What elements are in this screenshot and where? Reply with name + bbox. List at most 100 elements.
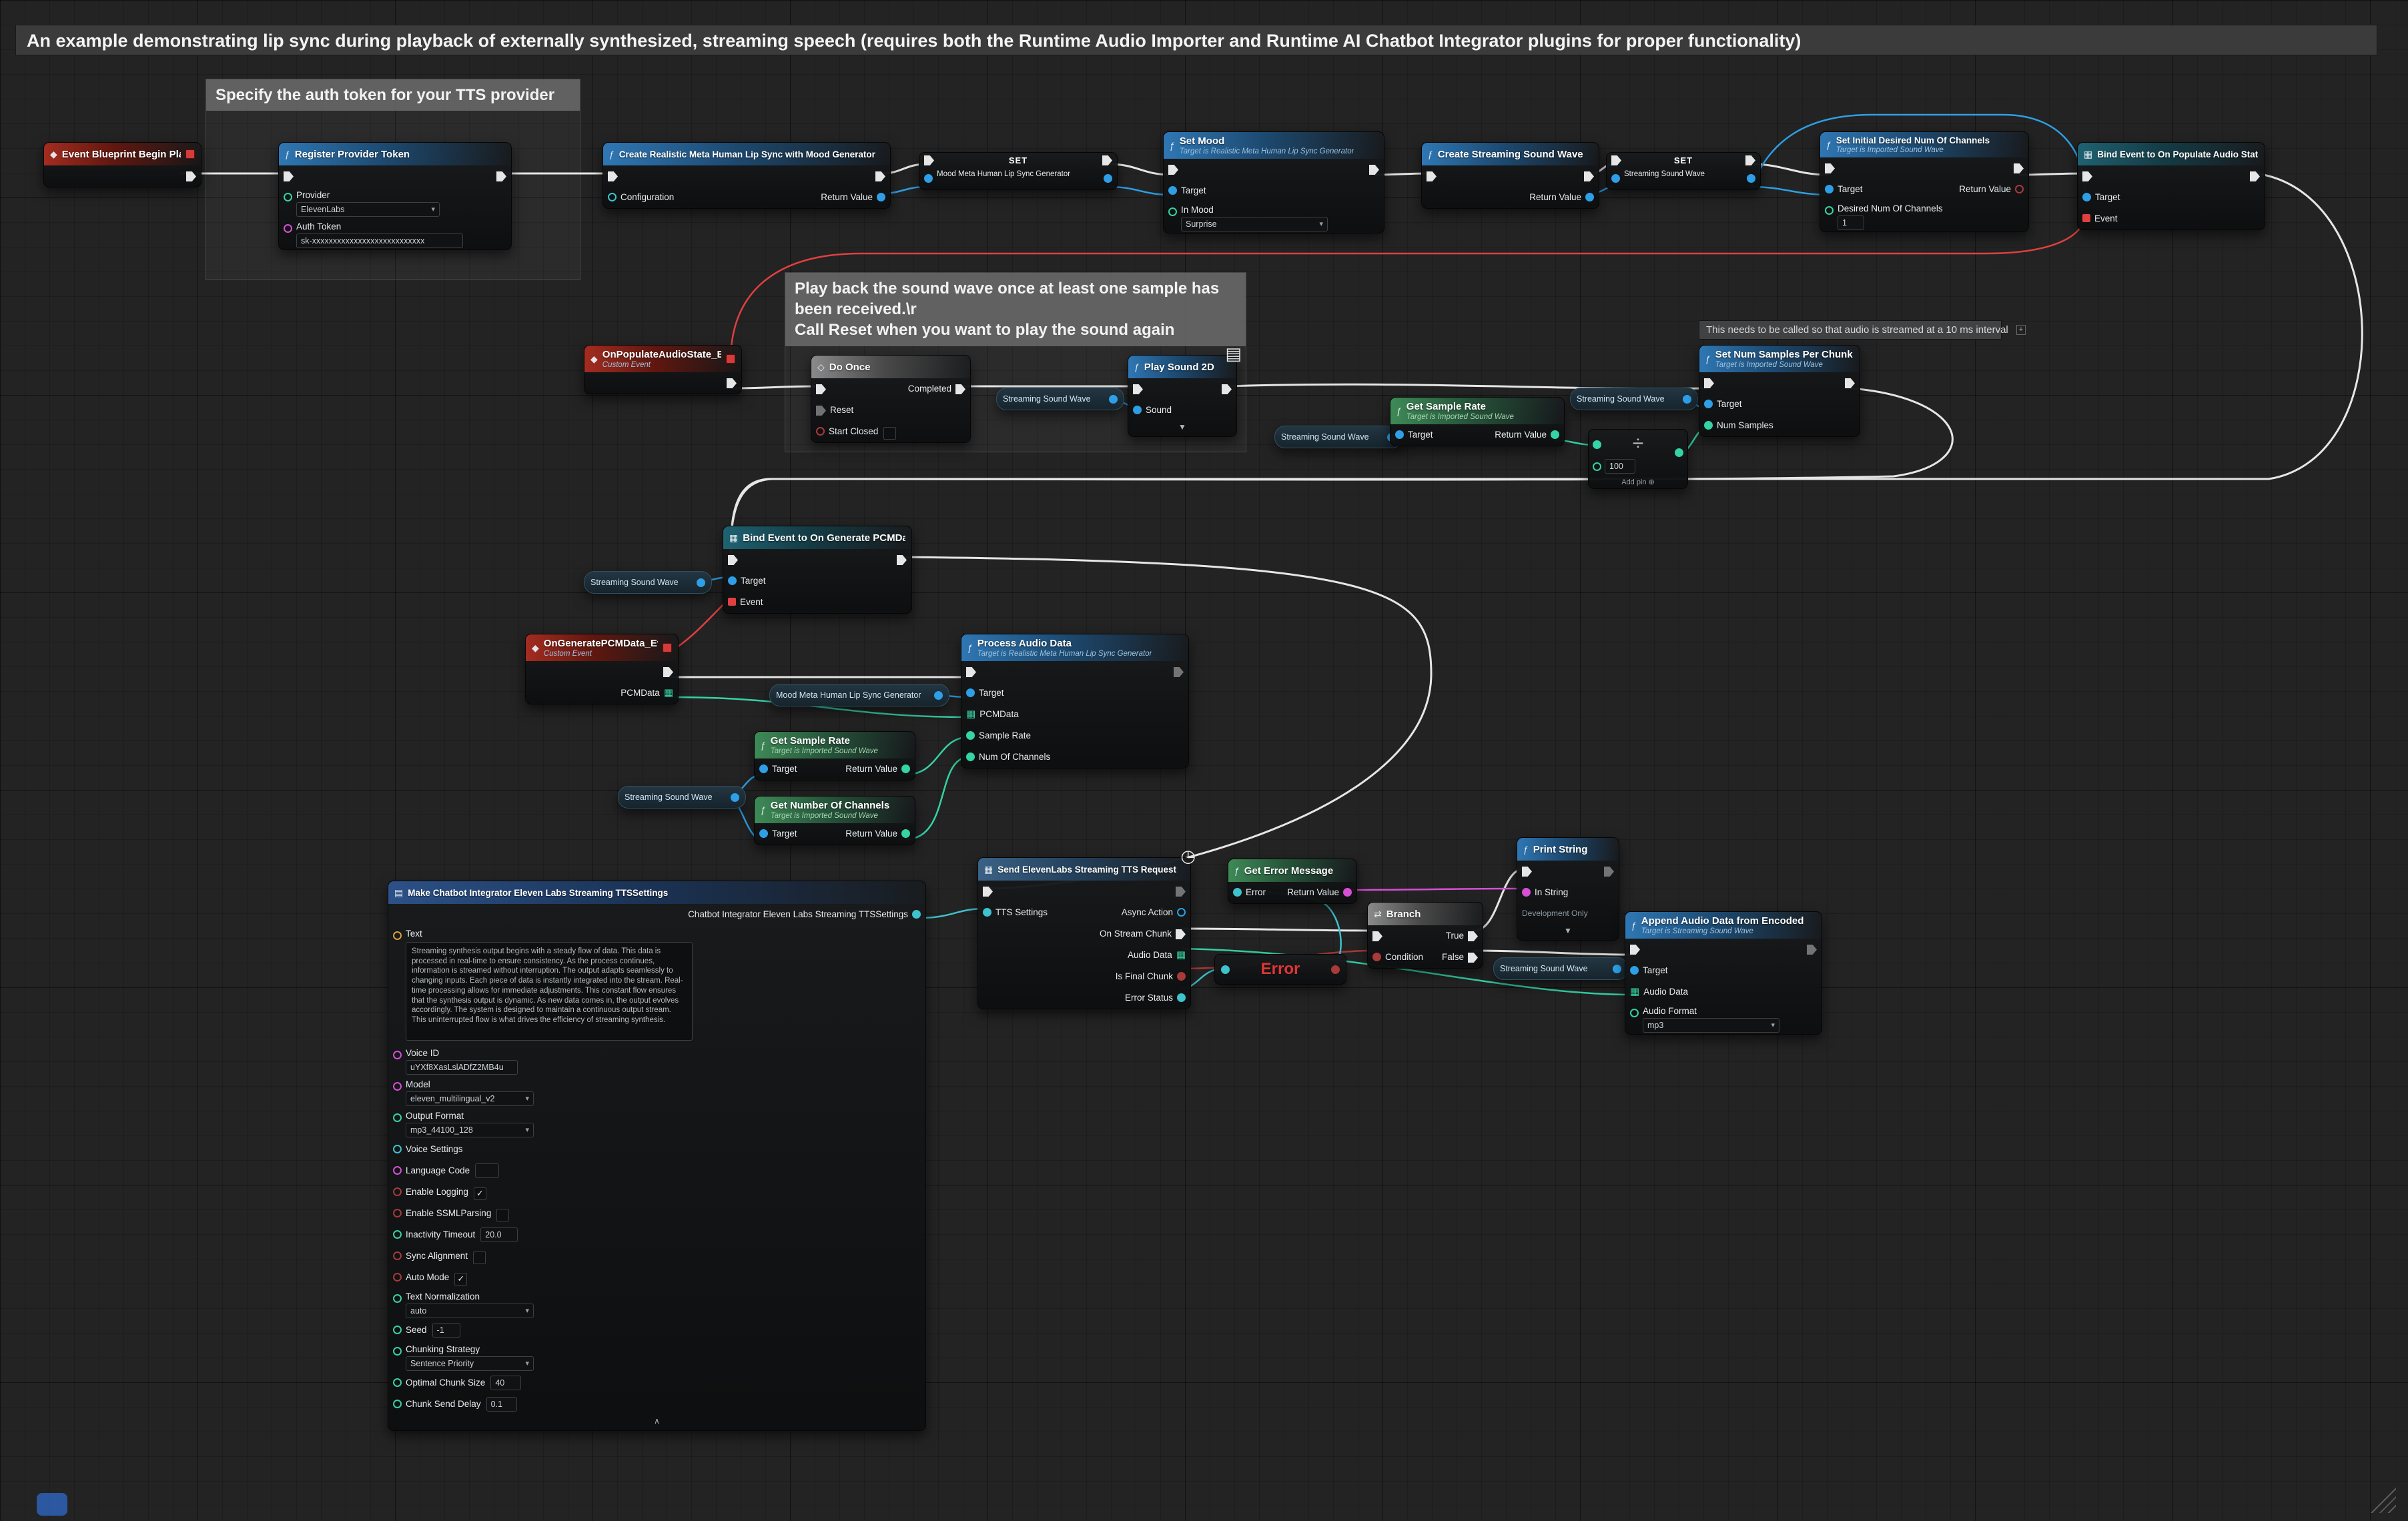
enable-logging-checkbox[interactable]: ✓ xyxy=(474,1187,486,1200)
exec-in-pin[interactable] xyxy=(983,887,993,897)
branch[interactable]: ⇄BranchTrueConditionFalse xyxy=(1367,902,1483,969)
var-streaming-sound-wave-5[interactable]: Streaming Sound Wave xyxy=(618,786,746,809)
desired-num-of-channels-pin[interactable] xyxy=(1825,206,1834,215)
chunking-strategy-pin[interactable] xyxy=(393,1347,402,1356)
target-pin[interactable] xyxy=(728,576,737,585)
set-num-samples-per-chunk[interactable]: ƒSet Num Samples Per ChunkTarget is Impo… xyxy=(1699,345,1860,437)
chunk-send-delay-input[interactable]: 0.1 xyxy=(486,1397,517,1412)
seed-pin[interactable] xyxy=(393,1326,402,1334)
return-value-pin[interactable] xyxy=(901,829,910,838)
get-error-message[interactable]: ƒGet Error MessageErrorReturn Value xyxy=(1228,859,1357,904)
error-pin[interactable] xyxy=(1233,888,1242,897)
on-populate-audio-state-event-header[interactable]: ◆OnPopulateAudioState_EventCustom Event xyxy=(584,346,741,372)
provider-select[interactable]: ElevenLabs▾ xyxy=(296,202,440,217)
async-action-pin[interactable] xyxy=(1177,908,1186,917)
auto-mode-pin[interactable] xyxy=(393,1273,402,1282)
var-streaming-sound-wave-6[interactable]: Streaming Sound Wave xyxy=(1493,957,1628,980)
exec-out-pin[interactable] xyxy=(1604,867,1614,877)
delegate-pin[interactable] xyxy=(663,643,672,652)
bind-event-to-on-generate-pcmdata-header[interactable]: ▦Bind Event to On Generate PCMData xyxy=(723,526,911,549)
auth-token-input[interactable]: sk-xxxxxxxxxxxxxxxxxxxxxxxxxxx xyxy=(296,233,463,248)
exec-in-pin[interactable] xyxy=(1133,384,1143,394)
auth-token-pin[interactable] xyxy=(284,224,292,233)
get-sample-rate-1-header[interactable]: ƒGet Sample RateTarget is Imported Sound… xyxy=(1390,398,1564,424)
do-once[interactable]: ◇Do OnceCompletedResetStart Closed xyxy=(811,355,971,443)
is-final-chunk-pin[interactable] xyxy=(1177,972,1186,981)
return-value-pin[interactable] xyxy=(1343,888,1352,897)
do-once-header[interactable]: ◇Do Once xyxy=(811,356,970,378)
model-pin[interactable] xyxy=(393,1082,402,1091)
target-pin[interactable] xyxy=(1630,966,1639,975)
in-mood-pin[interactable] xyxy=(1168,207,1177,216)
false-pin[interactable] xyxy=(1468,953,1478,963)
on-generate-pcmdata-event-header[interactable]: ◆OnGeneratePCMData_EventCustom Event xyxy=(526,634,678,661)
return-value-pin[interactable] xyxy=(901,765,910,773)
language-code-pin[interactable] xyxy=(393,1166,402,1175)
event-pin[interactable] xyxy=(2082,214,2090,222)
set-mood-metahuman-lipsync-generator-header[interactable]: SET xyxy=(919,153,1117,168)
inactivity-timeout-pin[interactable] xyxy=(393,1230,402,1239)
delegate-pin[interactable] xyxy=(726,354,735,364)
chunk-send-delay-pin[interactable] xyxy=(393,1400,402,1408)
print-string[interactable]: ƒPrint StringIn StringDevelopment Only▼ xyxy=(1517,837,1619,941)
exec-in-pin[interactable] xyxy=(1522,867,1532,877)
enable-logging-pin[interactable] xyxy=(393,1187,402,1196)
bind-event-to-on-populate-audio-state[interactable]: ▦Bind Event to On Populate Audio StateTa… xyxy=(2077,142,2265,230)
set-mood-header[interactable]: ƒSet MoodTarget is Realistic Meta Human … xyxy=(1164,132,1384,159)
voice-id-input[interactable]: uYXf8XasLslADfZ2MB4u xyxy=(406,1060,518,1075)
sample-rate-pin[interactable] xyxy=(966,731,975,740)
exec-in-pin[interactable] xyxy=(1630,945,1640,955)
streaming-sound-wave-pin[interactable] xyxy=(1109,395,1118,404)
bind-event-to-on-generate-pcmdata[interactable]: ▦Bind Event to On Generate PCMDataTarget… xyxy=(723,526,912,614)
on-stream-chunk-pin[interactable] xyxy=(1176,929,1186,939)
var-streaming-sound-wave-4[interactable]: Streaming Sound Wave xyxy=(584,571,712,594)
in-string-pin[interactable] xyxy=(1522,888,1531,897)
exec-out-pin[interactable] xyxy=(2250,171,2260,181)
sound-pin[interactable] xyxy=(1133,406,1142,414)
play-sound-2d-header[interactable]: ƒPlay Sound 2D xyxy=(1128,356,1236,378)
reset-pin[interactable] xyxy=(816,406,826,416)
streaming-sound-wave-pin[interactable] xyxy=(697,578,705,587)
divisor-input[interactable]: 100 xyxy=(1605,459,1635,474)
set-streaming-sound-wave[interactable]: SETStreaming Sound Wave xyxy=(1606,152,1761,190)
mood-meta-human-lip-sync-generator-pin[interactable] xyxy=(934,691,943,700)
register-provider-token-header[interactable]: ƒRegister Provider Token xyxy=(279,143,511,165)
desired-num-of-channels-input[interactable]: 1 xyxy=(1838,215,1864,230)
make-chatbot-integrator-elevenlabs-streaming-ttssettings-header[interactable]: ▤Make Chatbot Integrator Eleven Labs Str… xyxy=(388,881,925,904)
add-pin-button[interactable]: Add pin ⊕ xyxy=(1589,478,1687,486)
send-elevenlabs-streaming-tts-request-header[interactable]: ▦Send ElevenLabs Streaming TTS Request xyxy=(978,858,1190,881)
exec-in-pin[interactable] xyxy=(728,555,738,565)
error-status-pin[interactable] xyxy=(1177,993,1186,1002)
play-sound-2d[interactable]: ƒPlay Sound 2D▤Sound▼ xyxy=(1128,355,1237,437)
process-audio-data[interactable]: ƒProcess Audio DataTarget is Realistic M… xyxy=(961,634,1189,769)
optimal-chunk-size-input[interactable]: 40 xyxy=(490,1376,521,1390)
pcmdata-pin[interactable]: ▦ xyxy=(664,688,673,702)
event-pin[interactable] xyxy=(728,598,736,606)
exec-out-pin[interactable] xyxy=(1845,378,1855,388)
inactivity-timeout-input[interactable]: 20.0 xyxy=(480,1227,518,1242)
sync-alignment-checkbox[interactable] xyxy=(473,1251,486,1264)
text-textarea[interactable]: Streaming synthesis output begins with a… xyxy=(406,942,693,1041)
get-sample-rate-1[interactable]: ƒGet Sample RateTarget is Imported Sound… xyxy=(1390,397,1565,446)
create-streaming-sound-wave-header[interactable]: ƒCreate Streaming Sound Wave xyxy=(1422,143,1599,165)
return-value-pin[interactable] xyxy=(2015,185,2024,193)
streaming-sound-wave-pin[interactable] xyxy=(1613,965,1621,973)
process-audio-data-header[interactable]: ƒProcess Audio DataTarget is Realistic M… xyxy=(961,634,1188,661)
exec-out-pin[interactable] xyxy=(875,171,885,181)
exec-in-pin[interactable] xyxy=(924,155,934,165)
register-provider-token[interactable]: ƒRegister Provider TokenProviderElevenLa… xyxy=(278,142,512,250)
tts-settings-pin[interactable] xyxy=(983,908,991,917)
get-number-of-channels-header[interactable]: ƒGet Number Of ChannelsTarget is Importe… xyxy=(755,797,915,823)
set-initial-desired-num-of-channels-header[interactable]: ƒSet Initial Desired Num Of ChannelsTarg… xyxy=(1820,132,2028,157)
append-audio-data-from-encoded-header[interactable]: ƒAppend Audio Data from EncodedTarget is… xyxy=(1625,912,1822,939)
completed-pin[interactable] xyxy=(955,384,965,394)
in-mood-select[interactable]: Surprise▾ xyxy=(1181,217,1328,231)
exec-in-pin[interactable] xyxy=(1611,155,1621,165)
voice-id-pin[interactable] xyxy=(393,1051,402,1059)
divide[interactable]: 100÷Add pin ⊕ xyxy=(1588,429,1688,489)
set-streaming-sound-wave-header[interactable]: SET xyxy=(1607,153,1760,168)
var-streaming-sound-wave-1[interactable]: Streaming Sound Wave xyxy=(996,388,1124,410)
set-mood-metahuman-lipsync-generator[interactable]: SETMood Meta Human Lip Sync Generator xyxy=(919,152,1118,190)
blueprint-graph-canvas[interactable]: Specify the auth token for your TTS prov… xyxy=(0,0,2408,1521)
exec-in-pin[interactable] xyxy=(1168,165,1178,175)
